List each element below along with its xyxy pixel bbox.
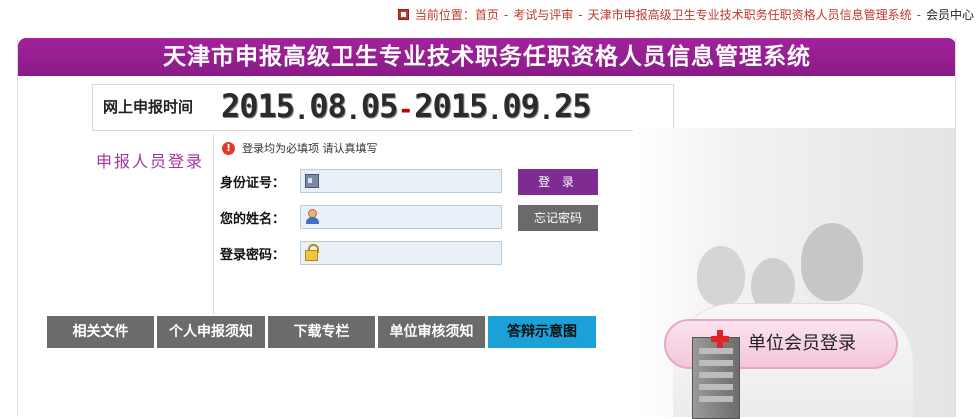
nav-related-files[interactable]: 相关文件: [47, 316, 154, 348]
password-input[interactable]: [325, 244, 499, 264]
password-row: 登录密码：: [220, 241, 502, 265]
start-day: 05: [360, 87, 399, 125]
date-dot: .: [297, 97, 307, 125]
login-notice-text: 登录均为必填项 请认真填写: [242, 142, 378, 155]
breadcrumb-separator: -: [578, 7, 583, 22]
bottom-nav: 相关文件 个人申报须知 下载专栏 单位审核须知 答辩示意图: [47, 316, 599, 348]
breadcrumb-prefix: 当前位置：: [414, 8, 475, 22]
breadcrumb-item-member-center: 会员中心: [925, 8, 974, 22]
name-label: 您的姓名：: [220, 211, 286, 227]
breadcrumb: 当前位置： 首页 - 考试与评审 - 天津市申报高级卫生专业技术职务任职资格人员…: [397, 6, 974, 23]
id-field-box: [300, 169, 502, 193]
breadcrumb-separator: -: [503, 7, 509, 22]
location-icon: [397, 9, 409, 20]
warning-icon: !: [222, 141, 235, 155]
nav-personal-guide[interactable]: 个人申报须知: [157, 316, 265, 348]
id-row: 身份证号：: [220, 169, 502, 193]
name-input[interactable]: [325, 208, 499, 228]
apply-period-label: 网上申报时间: [103, 98, 194, 116]
login-button[interactable]: 登 录: [518, 169, 598, 195]
nav-unit-review-guide[interactable]: 单位审核须知: [378, 316, 485, 348]
start-year: 2015: [221, 87, 295, 125]
id-label: 身份证号：: [220, 175, 286, 191]
end-month: 09: [502, 87, 540, 125]
user-icon-body: [306, 217, 319, 224]
doctors-photo: [633, 128, 956, 417]
breadcrumb-separator: -: [916, 7, 921, 22]
password-label: 登录密码：: [220, 247, 286, 263]
nav-downloads[interactable]: 下载专栏: [268, 316, 375, 348]
name-row: 您的姓名：: [220, 205, 502, 229]
breadcrumb-item-home[interactable]: 首页: [475, 6, 499, 23]
divider: [213, 134, 214, 314]
page-title: 天津市申报高级卫生专业技术职务任职资格人员信息管理系统: [18, 38, 956, 76]
end-day: 25: [554, 87, 592, 125]
forgot-password-button[interactable]: 忘记密码: [518, 205, 598, 231]
nav-defense-diagram[interactable]: 答辩示意图: [488, 316, 596, 348]
apply-period-banner: 网上申报时间 2015 . 08 . 05 - 2015 . 09 . 25: [92, 84, 674, 131]
date-dash: -: [400, 95, 412, 125]
breadcrumb-item-exam[interactable]: 考试与评审: [513, 6, 573, 23]
login-notice: ! 登录均为必填项 请认真填写: [222, 140, 378, 156]
doctor-figure: [697, 246, 745, 306]
name-field-box: [300, 205, 502, 229]
id-card-icon: [305, 174, 319, 188]
end-year: 2015: [414, 87, 488, 125]
date-dot: .: [490, 97, 500, 125]
breadcrumb-item-system[interactable]: 天津市申报高级卫生专业技术职务任职资格人员信息管理系统: [588, 6, 912, 23]
password-field-box: [300, 241, 502, 265]
date-dot: .: [348, 97, 358, 125]
apply-period-dates: 2015 . 08 . 05 - 2015 . 09 . 25: [221, 87, 592, 125]
medical-cross-icon: [711, 330, 729, 348]
doctor-figure: [801, 223, 863, 301]
login-section-label: 申报人员登录: [96, 152, 205, 171]
start-month: 08: [309, 87, 347, 125]
hospital-building-icon: [692, 337, 740, 419]
id-number-input[interactable]: [325, 172, 499, 192]
lock-icon: [305, 250, 318, 261]
frame-border: [955, 38, 956, 417]
date-dot: .: [541, 97, 552, 125]
